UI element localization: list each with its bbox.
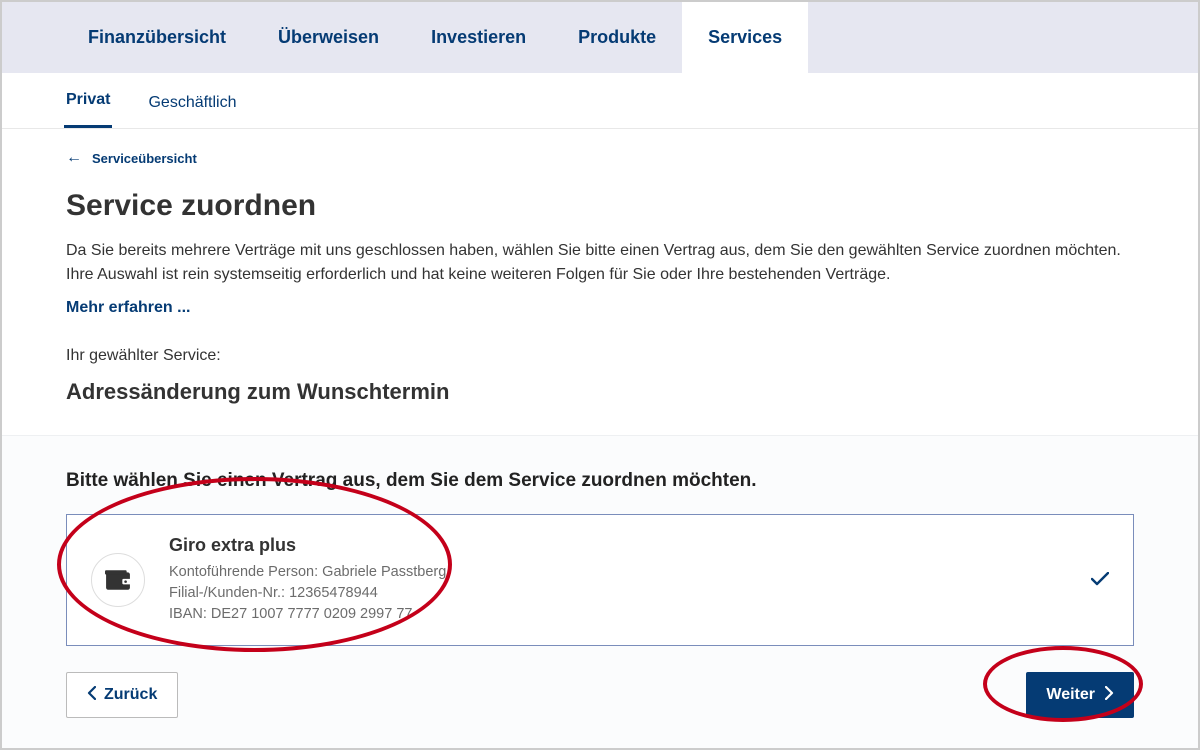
selected-service-label: Ihr gewählter Service:: [66, 347, 1134, 365]
checkmark-icon: [1091, 569, 1109, 592]
top-nav: Finanzübersicht Überweisen Investieren P…: [2, 2, 1198, 73]
nav-item-services[interactable]: Services: [682, 2, 808, 73]
back-button-label: Zurück: [104, 686, 157, 704]
tab-privat[interactable]: Privat: [64, 91, 112, 128]
page-title: Service zuordnen: [66, 189, 1134, 223]
arrow-left-icon: ←: [66, 149, 82, 167]
tab-geschaeftlich[interactable]: Geschäftlich: [146, 94, 238, 128]
nav-item-ueberweisen[interactable]: Überweisen: [252, 2, 405, 73]
contract-customer-number: Filial-/Kunden-Nr.: 12365478944: [169, 583, 446, 604]
next-button-label: Weiter: [1046, 686, 1095, 704]
contract-iban: IBAN: DE27 1007 7777 0209 2997 77: [169, 604, 446, 625]
back-button[interactable]: Zurück: [66, 672, 178, 718]
button-row: Zurück Weiter: [66, 672, 1134, 718]
more-link[interactable]: Mehr erfahren ...: [66, 299, 190, 317]
next-button[interactable]: Weiter: [1026, 672, 1134, 718]
contract-info: Giro extra plus Kontoführende Person: Ga…: [169, 535, 446, 625]
contract-holder: Kontoführende Person: Gabriele Passtberg: [169, 562, 446, 583]
nav-item-investieren[interactable]: Investieren: [405, 2, 552, 73]
back-link-label: Serviceübersicht: [92, 151, 197, 166]
wallet-icon: [91, 553, 145, 607]
back-link-service-overview[interactable]: ← Serviceübersicht: [66, 149, 197, 167]
chevron-left-icon: [87, 686, 96, 705]
selection-section: Bitte wählen Sie einen Vertrag aus, dem …: [2, 435, 1198, 748]
selected-service-name: Adressänderung zum Wunschtermin: [66, 379, 1134, 405]
chevron-right-icon: [1105, 686, 1114, 705]
nav-item-finanzuebersicht[interactable]: Finanzübersicht: [62, 2, 252, 73]
content-area: ← Serviceübersicht Service zuordnen Da S…: [2, 129, 1198, 435]
selection-heading: Bitte wählen Sie einen Vertrag aus, dem …: [66, 470, 1134, 492]
intro-text: Da Sie bereits mehrere Verträge mit uns …: [66, 239, 1126, 287]
nav-item-produkte[interactable]: Produkte: [552, 2, 682, 73]
contract-name: Giro extra plus: [169, 535, 446, 556]
sub-nav: Privat Geschäftlich: [2, 73, 1198, 129]
contract-card[interactable]: Giro extra plus Kontoführende Person: Ga…: [66, 514, 1134, 646]
